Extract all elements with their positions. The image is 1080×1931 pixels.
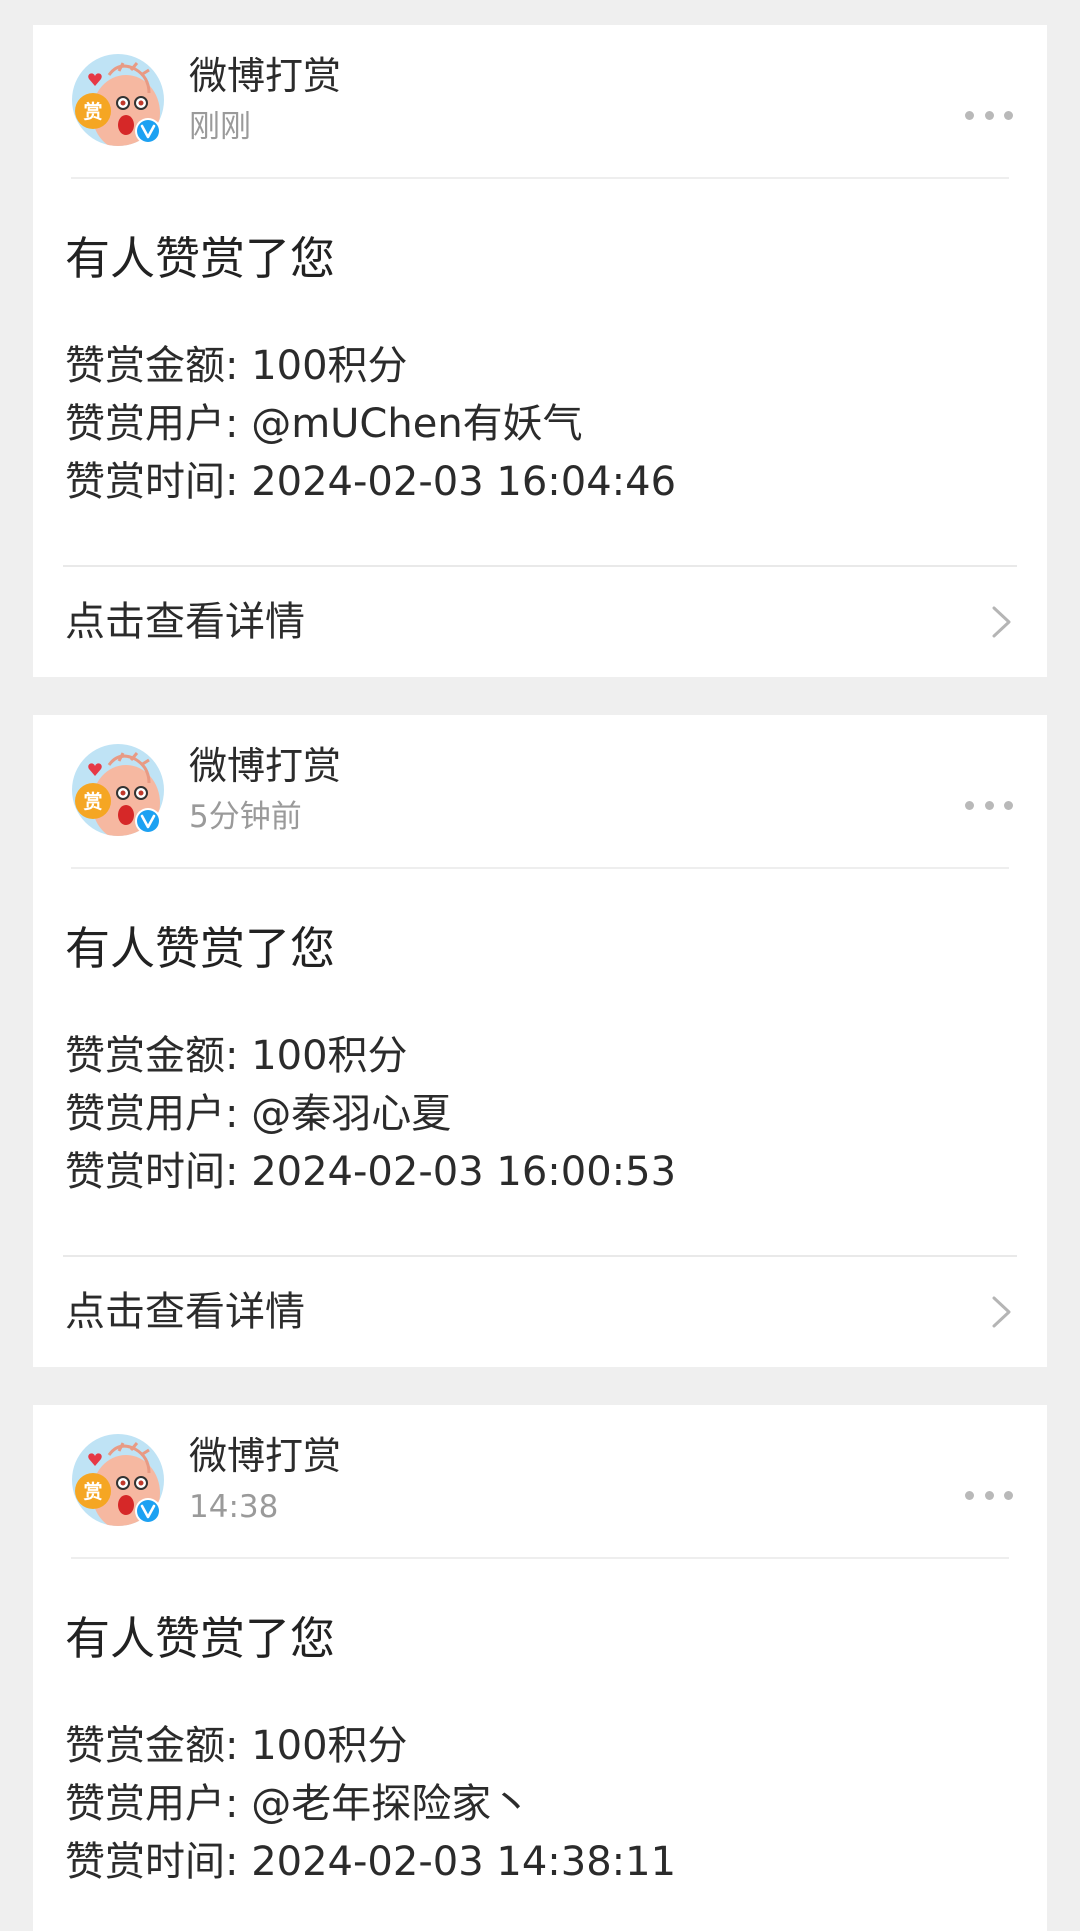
- reward-user: 赞赏用户: @mUChen有妖气: [65, 401, 583, 447]
- message-title: 有人赞赏了您: [65, 1612, 336, 1665]
- reward-user: 赞赏用户: @秦羽心夏: [65, 1091, 452, 1137]
- reward-details: 赞赏金额: 100积分 赞赏用户: @秦羽心夏 赞赏时间: 2024-02-03…: [65, 1027, 1015, 1201]
- more-options-icon[interactable]: [965, 1483, 1013, 1507]
- notification-card: 赏 微博打赏 5分钟前 有人赞赏了您 赞赏金额: 100积分 赞赏用户: @秦羽…: [33, 715, 1047, 1367]
- message-body: 有人赞赏了您 赞赏金额: 100积分 赞赏用户: @mUChen有妖气 赞赏时间…: [33, 231, 1047, 511]
- message-time: 刚刚: [189, 109, 251, 145]
- reward-amount: 赞赏金额: 100积分: [65, 343, 408, 389]
- sender-name[interactable]: 微博打赏: [189, 1433, 341, 1479]
- weibo-reward-mascot-icon: 赏: [72, 1434, 164, 1526]
- svg-text:赏: 赏: [83, 790, 102, 813]
- view-details-link[interactable]: 点击查看详情: [33, 567, 1047, 676]
- reward-amount: 赞赏金额: 100积分: [65, 1723, 408, 1769]
- reward-time: 赞赏时间: 2024-02-03 14:38:11: [65, 1839, 677, 1885]
- message-time: 5分钟前: [189, 799, 302, 835]
- weibo-reward-mascot-icon: 赏: [72, 54, 164, 146]
- view-details-label: 点击查看详情: [65, 1288, 305, 1335]
- message-body: 有人赞赏了您 赞赏金额: 100积分 赞赏用户: @老年探险家丶 赞赏时间: 2…: [33, 1611, 1047, 1891]
- reward-amount: 赞赏金额: 100积分: [65, 1033, 408, 1079]
- message-title: 有人赞赏了您: [65, 922, 336, 975]
- avatar[interactable]: 赏: [71, 53, 165, 147]
- reward-details: 赞赏金额: 100积分 赞赏用户: @老年探险家丶 赞赏时间: 2024-02-…: [65, 1717, 1015, 1891]
- reward-time: 赞赏时间: 2024-02-03 16:00:53: [65, 1149, 677, 1195]
- more-options-icon[interactable]: [965, 103, 1013, 127]
- view-details-link[interactable]: 点击查看详情: [33, 1257, 1047, 1366]
- avatar[interactable]: 赏: [71, 1433, 165, 1527]
- message-body: 有人赞赏了您 赞赏金额: 100积分 赞赏用户: @秦羽心夏 赞赏时间: 202…: [33, 921, 1047, 1201]
- avatar[interactable]: 赏: [71, 743, 165, 837]
- chevron-right-icon: [992, 606, 1011, 638]
- card-header: 赏 微博打赏 刚刚: [33, 25, 1047, 179]
- reward-time: 赞赏时间: 2024-02-03 16:04:46: [65, 459, 677, 505]
- message-title: 有人赞赏了您: [65, 232, 336, 285]
- chevron-right-icon: [992, 1296, 1011, 1328]
- weibo-reward-mascot-icon: 赏: [72, 744, 164, 836]
- notification-card: 赏 微博打赏 14:38 有人赞赏了您 赞赏金额: 100积分 赞赏用户: @老…: [33, 1405, 1047, 1931]
- message-time: 14:38: [189, 1489, 279, 1525]
- card-header: 赏 微博打赏 5分钟前: [33, 715, 1047, 869]
- divider: [71, 1557, 1009, 1559]
- divider: [71, 177, 1009, 179]
- svg-text:赏: 赏: [83, 100, 102, 123]
- card-header: 赏 微博打赏 14:38: [33, 1405, 1047, 1559]
- more-options-icon[interactable]: [965, 793, 1013, 817]
- view-details-label: 点击查看详情: [65, 598, 305, 645]
- sender-name[interactable]: 微博打赏: [189, 743, 341, 789]
- notification-card: 赏 微博打赏 刚刚 有人赞赏了您 赞赏金额: 100积分 赞赏用户: @mUCh…: [33, 25, 1047, 677]
- reward-user: 赞赏用户: @老年探险家丶: [65, 1781, 532, 1827]
- reward-details: 赞赏金额: 100积分 赞赏用户: @mUChen有妖气 赞赏时间: 2024-…: [65, 337, 1015, 511]
- sender-name[interactable]: 微博打赏: [189, 53, 341, 99]
- divider: [71, 867, 1009, 869]
- svg-text:赏: 赏: [83, 1480, 102, 1503]
